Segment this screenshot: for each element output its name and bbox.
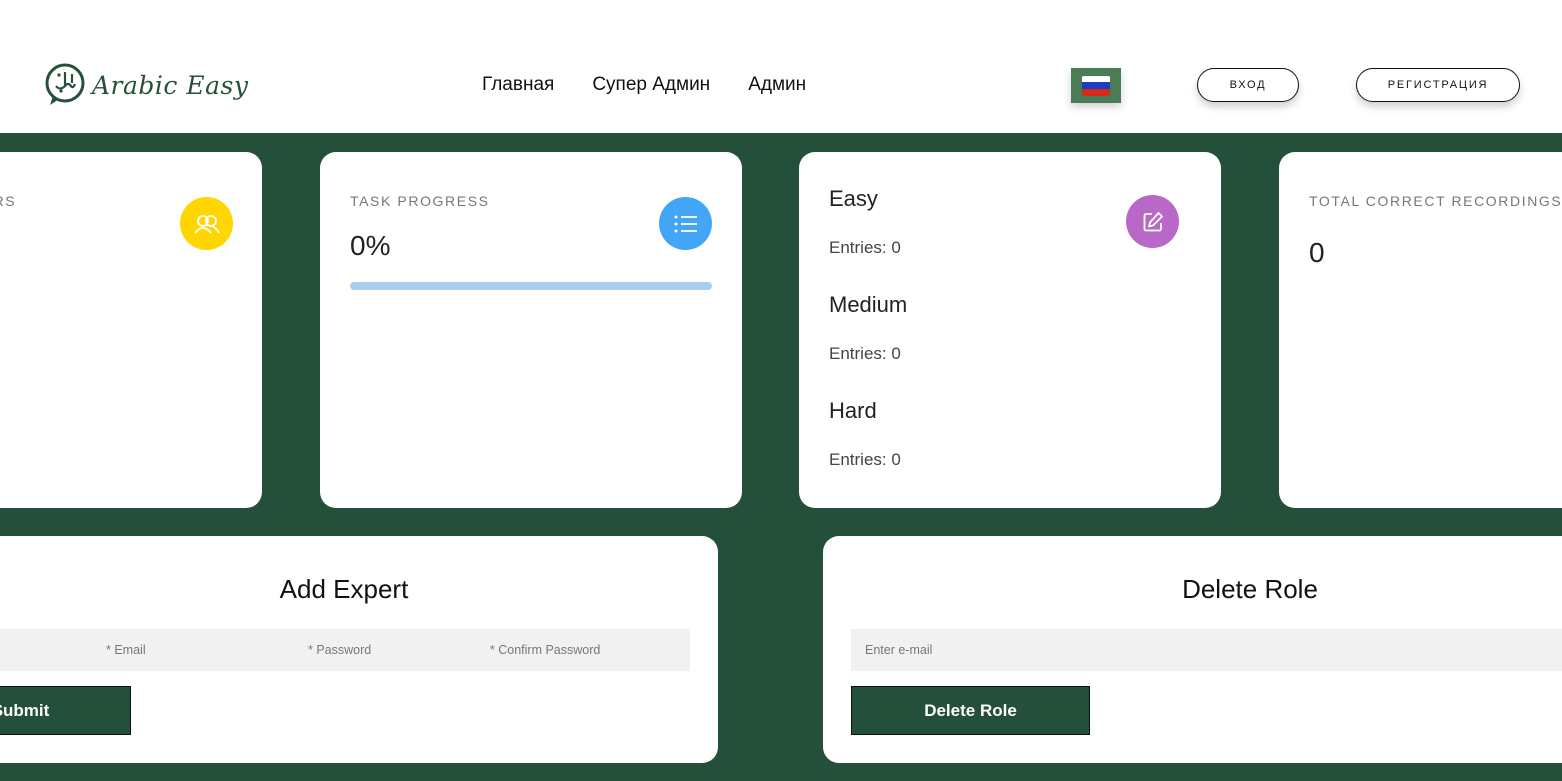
recordings-stat-card: TOTAL CORRECT RECORDINGS 0 [1279,152,1562,508]
level-medium-entries: Entries: 0 [829,344,901,364]
russia-flag-icon [1082,75,1110,96]
entries-value: 0 [891,344,901,363]
task-progress-bar [350,282,712,290]
task-progress-card: TASK PROGRESS 0% [320,152,742,508]
nav-admin[interactable]: Админ [748,74,806,96]
language-switcher[interactable] [1071,68,1121,103]
list-icon [659,197,712,250]
edit-icon [1126,195,1179,248]
login-button[interactable]: ВХОД [1197,68,1299,102]
dashboard-area: USERS TASK PROGRESS 0% [0,133,1562,781]
add-expert-card: Add Expert Submit [0,536,718,763]
submit-button[interactable]: Submit [0,686,131,735]
levels-card: Easy Entries: 0 Medium Entries: 0 Hard E… [799,152,1221,508]
add-expert-title: Add Expert [279,574,409,604]
header: Arabic Easy Главная Супер Админ Админ ВХ… [0,0,1562,133]
delete-role-title: Delete Role [1182,574,1318,604]
entries-label: Entries: [829,238,887,257]
delete-role-card: Delete Role Delete Role [823,536,1562,763]
level-easy-entries: Entries: 0 [829,238,901,258]
main-nav: Главная Супер Админ Админ [482,74,844,96]
email-field[interactable] [0,628,172,672]
delete-role-inputs [851,629,1562,671]
task-progress-label: TASK PROGRESS [350,193,490,209]
task-progress-value: 0% [350,230,391,261]
logo-text: Arabic Easy [92,70,249,100]
recordings-stat-label: TOTAL CORRECT RECORDINGS [1309,193,1562,209]
register-button[interactable]: РЕГИСТРАЦИЯ [1356,68,1520,102]
logo-icon [45,63,85,105]
level-hard-entries: Entries: 0 [829,450,901,470]
entries-label: Entries: [829,344,887,363]
confirm-password-field[interactable] [489,629,690,671]
delete-role-button[interactable]: Delete Role [851,686,1090,735]
level-medium-title: Medium [829,292,908,317]
users-stat-card: USERS [0,152,262,508]
users-stat-label: USERS [0,193,17,209]
level-easy-title: Easy [829,186,878,211]
nav-super-admin[interactable]: Супер Админ [592,74,710,96]
users-icon [180,197,233,250]
entries-label: Entries: [829,450,887,469]
level-hard-title: Hard [829,398,877,423]
task-progress-track-fill [350,282,712,290]
nav-home[interactable]: Главная [482,74,554,96]
password-field[interactable] [172,629,490,671]
recordings-stat-value: 0 [1309,237,1325,268]
entries-value: 0 [891,450,901,469]
entries-value: 0 [891,238,901,257]
logo[interactable]: Arabic Easy [44,62,248,108]
add-expert-inputs [0,628,690,672]
delete-role-email-field[interactable] [851,629,1562,671]
page: Arabic Easy Главная Супер Админ Админ ВХ… [0,0,1562,781]
